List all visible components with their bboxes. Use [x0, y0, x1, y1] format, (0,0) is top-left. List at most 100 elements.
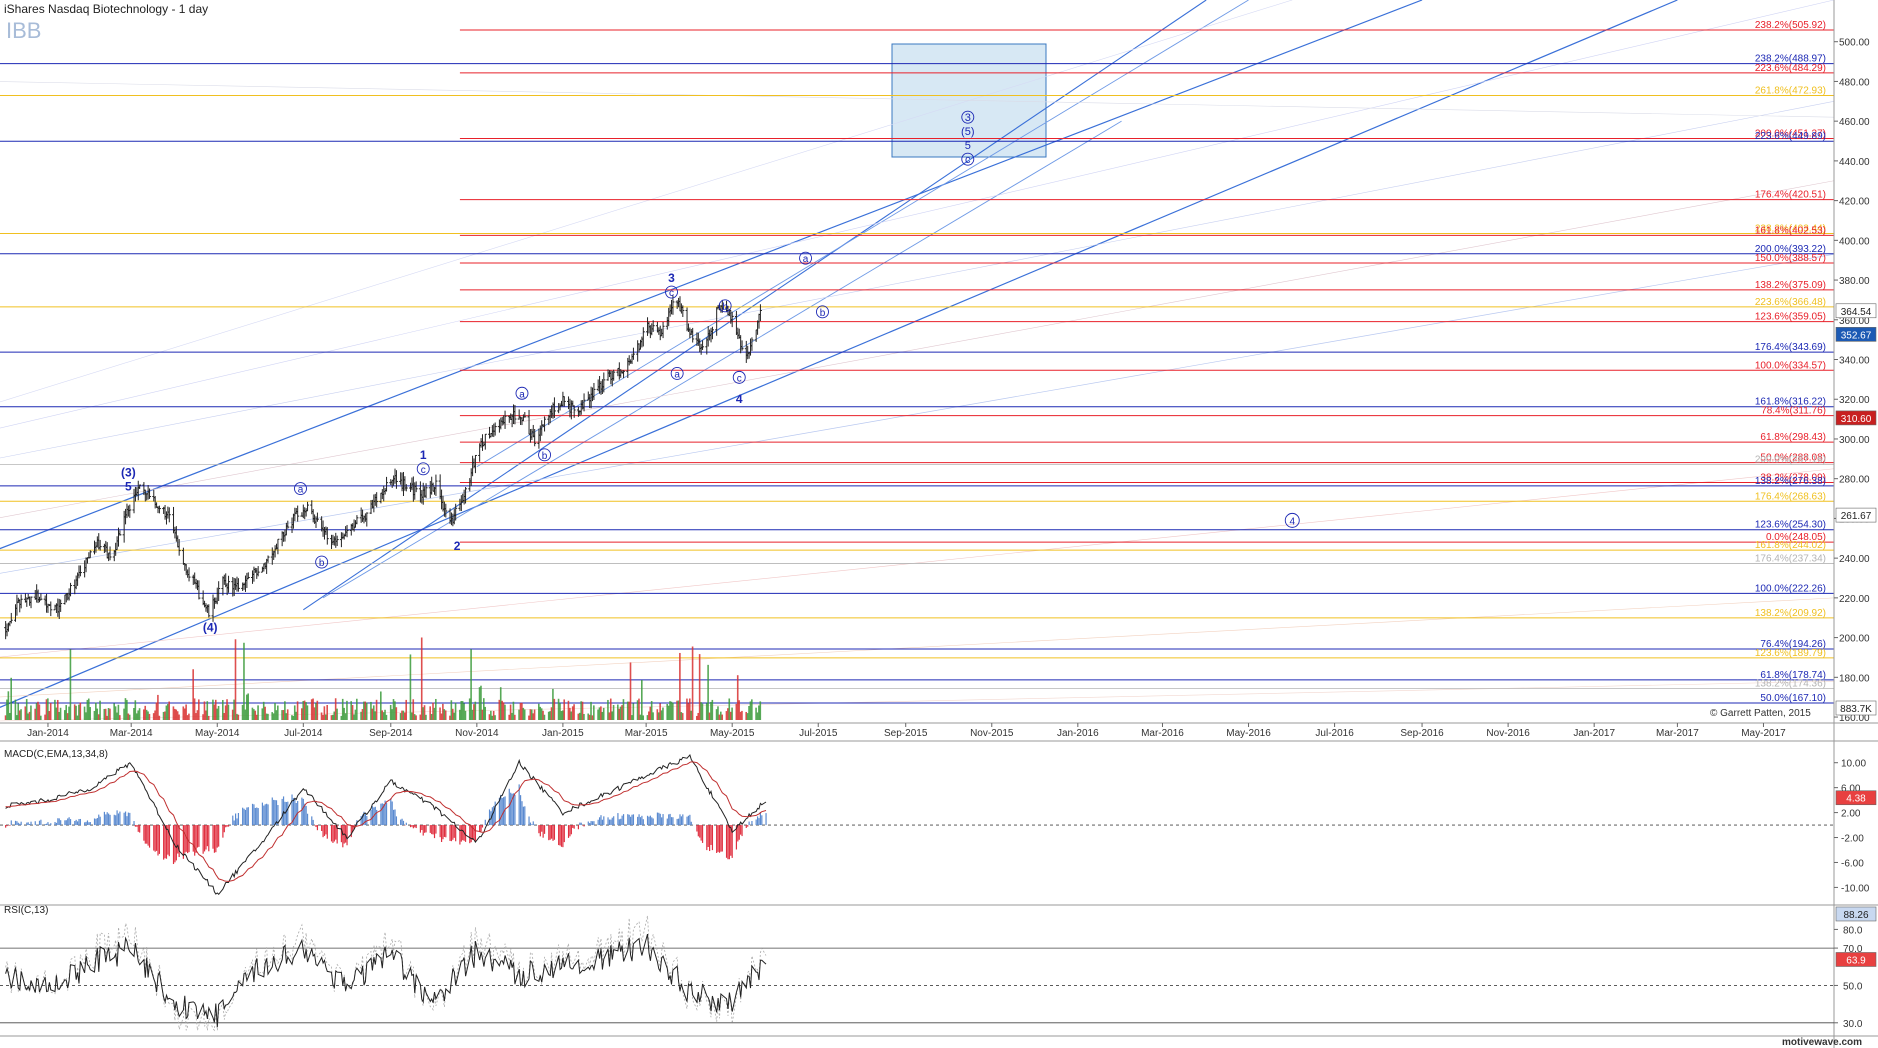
- volume-bar: [243, 642, 245, 720]
- volume-bar: [380, 691, 382, 720]
- volume-bar: [471, 709, 474, 720]
- volume-bar: [593, 705, 595, 720]
- volume-bar: [480, 685, 482, 720]
- volume-bar: [473, 704, 475, 720]
- fib-label: 138.2%(174.36): [1755, 679, 1826, 690]
- volume-bar: [631, 715, 633, 720]
- rsi-axis: 80.070.050.030.088.2663.9: [1834, 906, 1877, 1030]
- volume-bar: [157, 694, 159, 720]
- volume-bar: [736, 675, 739, 720]
- volume-bar: [28, 711, 31, 720]
- volume-bar: [76, 715, 79, 720]
- volume-bar: [612, 705, 615, 720]
- fib-label: 161.8%(244.02): [1755, 540, 1826, 551]
- volume-bar: [602, 707, 605, 720]
- volume-bar: [127, 713, 130, 720]
- volume-bar: [508, 714, 510, 720]
- volume-bar: [207, 715, 210, 720]
- fib-label: 223.6%(366.48): [1755, 297, 1826, 308]
- volume-bar: [175, 709, 178, 720]
- rsi-tag-label: 88.26: [1843, 910, 1868, 921]
- volume-bar: [119, 715, 121, 720]
- volume-bar: [224, 705, 227, 720]
- volume-bar: [626, 701, 629, 720]
- volume-bar: [432, 702, 434, 720]
- time-tick-label: Mar-2014: [110, 728, 153, 739]
- volume-bar: [6, 699, 8, 720]
- volume-bar: [512, 701, 515, 720]
- volume-bar: [681, 713, 684, 720]
- volume-bar: [68, 706, 70, 720]
- volume-bar: [381, 710, 384, 720]
- volume-bar: [577, 713, 580, 720]
- wave-label: a: [519, 389, 525, 400]
- wave-label: 5: [125, 480, 132, 494]
- volume-bar: [382, 712, 385, 720]
- volume-bar: [710, 701, 712, 720]
- volume-bar: [573, 704, 575, 720]
- volume-bar: [66, 713, 69, 720]
- price-chart[interactable]: 2.0M (3)5(4)ab1c2ab3cabc4ab43(5)5c 238.2…: [0, 0, 1878, 1048]
- volume-bar: [188, 713, 190, 720]
- macd-panel[interactable]: MACD(C,EMA,13,34,8) 10.006.002.00-2.00-6…: [0, 749, 1877, 896]
- volume-bar: [245, 694, 248, 720]
- fib-label: 223.6%(484.29): [1755, 63, 1826, 74]
- volume-bar: [310, 699, 313, 720]
- volume-bar: [324, 714, 327, 720]
- volume-bar: [272, 713, 275, 720]
- price-axis[interactable]: 160.00180.00200.00220.00240.00260.00280.…: [1834, 38, 1870, 724]
- volume-bar: [147, 711, 149, 720]
- volume-bar: [739, 711, 742, 720]
- volume-bar: [353, 714, 355, 720]
- volume-bar: [107, 708, 110, 720]
- fib-label: 123.6%(254.30): [1755, 520, 1826, 531]
- price-tick-label: 320.00: [1839, 395, 1870, 406]
- volume-bar: [715, 709, 718, 720]
- volume-bar: [4, 715, 7, 720]
- volume-bar: [58, 711, 60, 720]
- volume-bar: [89, 707, 91, 720]
- volume-bar: [419, 714, 422, 720]
- volume-bar: [186, 715, 189, 720]
- volume-bar: [168, 701, 170, 720]
- volume-bar: [137, 710, 139, 720]
- volume-bar: [444, 710, 447, 720]
- rsi-panel[interactable]: RSI(C,13) 80.070.050.030.088.2663.9: [0, 905, 1877, 1032]
- volume-bar: [561, 710, 564, 720]
- fib-label: 161.8%(402.53): [1755, 225, 1826, 236]
- time-tick-label: Nov-2014: [455, 728, 499, 739]
- volume-bar: [619, 706, 622, 720]
- volume-bar: [711, 699, 714, 720]
- volume-bar: [729, 711, 732, 720]
- volume-bar: [755, 707, 757, 720]
- volume-bar: [303, 700, 306, 720]
- volume-bars: 2.0M: [4, 637, 1861, 720]
- macd-tick-label: -10.00: [1841, 883, 1870, 894]
- fib-label: 176.4%(237.34): [1755, 553, 1826, 564]
- volume-bar: [165, 705, 168, 720]
- volume-bar: [588, 714, 591, 720]
- volume-bar: [313, 707, 316, 720]
- time-axis[interactable]: Jan-2014 Mar-2014 May-2014 Jul-2014 Sep-2014…: [27, 723, 1786, 739]
- volume-bar: [97, 714, 100, 720]
- price-panel[interactable]: 2.0M (3)5(4)ab1c2ab3cabc4ab43(5)5c: [0, 0, 1861, 722]
- volume-bar: [646, 715, 649, 720]
- time-tick-label: Sep-2016: [1400, 728, 1444, 739]
- volume-bar: [114, 706, 117, 720]
- volume-bar: [389, 704, 392, 720]
- volume-bar: [374, 711, 376, 720]
- volume-tick-label: 2.0M: [1839, 685, 1861, 696]
- volume-bar: [305, 702, 307, 720]
- volume-bar: [687, 703, 690, 720]
- volume-bar: [680, 712, 683, 720]
- volume-bar: [135, 713, 138, 720]
- volume-bar: [274, 702, 276, 720]
- volume-bar: [494, 715, 496, 720]
- volume-bar: [361, 709, 364, 720]
- volume-bar: [482, 698, 485, 720]
- time-tick-label: Jan-2017: [1573, 728, 1615, 739]
- volume-bar: [451, 708, 454, 720]
- volume-bar: [488, 714, 491, 720]
- time-tick-label: May-2015: [710, 728, 755, 739]
- volume-bar: [735, 703, 738, 720]
